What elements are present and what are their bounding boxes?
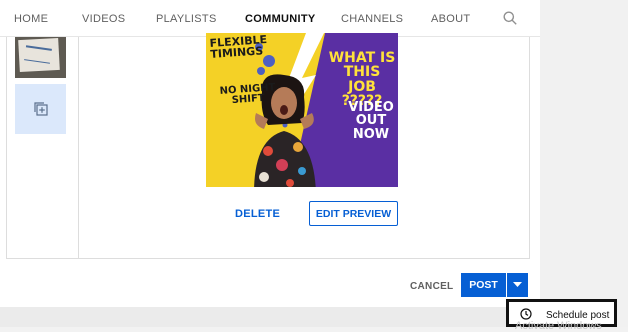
schedule-post-label: Schedule post [546,310,610,321]
schedule-post-menu-item[interactable]: Activate Windows Schedule post [506,299,617,332]
activate-windows-overlay: Activate Windows [515,320,602,332]
clock-icon [520,308,532,320]
cta-line: VIDEO [348,100,394,115]
tab-home[interactable]: HOME [14,13,48,25]
cta-line: OUT NOW [352,113,390,142]
caret-down-icon [513,282,522,287]
edit-preview-button[interactable]: EDIT PREVIEW [309,201,398,226]
image-thumbnail[interactable] [15,37,66,78]
cancel-button[interactable]: CANCEL [410,281,453,292]
right-panel [540,0,628,327]
preview-cta: VIDEO OUT NOW [344,101,398,141]
channel-nav: HOME VIDEOS PLAYLISTS COMMUNITY CHANNELS… [0,0,540,37]
tab-playlists[interactable]: PLAYLISTS [156,13,217,25]
tab-about[interactable]: ABOUT [431,13,470,25]
preview-caption-night: NO NIGHT SHIFT [219,82,276,107]
footer-bar [0,307,540,327]
tab-channels[interactable]: CHANNELS [341,13,403,25]
headline-line: WHAT IS THIS [328,50,396,81]
delete-button[interactable]: DELETE [235,208,280,220]
add-image-button[interactable] [15,84,66,134]
post-button[interactable]: POST [461,273,506,297]
tab-community[interactable]: COMMUNITY [245,13,316,25]
preview-caption-flexible: FLEXIBLE TIMINGS [209,33,268,61]
search-icon[interactable] [503,11,517,25]
add-image-icon [33,102,48,116]
image-preview: FLEXIBLE TIMINGS NO NIGHT SHIFT WHAT IS … [206,33,398,187]
post-options-dropdown[interactable] [507,273,528,297]
tab-videos[interactable]: VIDEOS [82,13,125,25]
